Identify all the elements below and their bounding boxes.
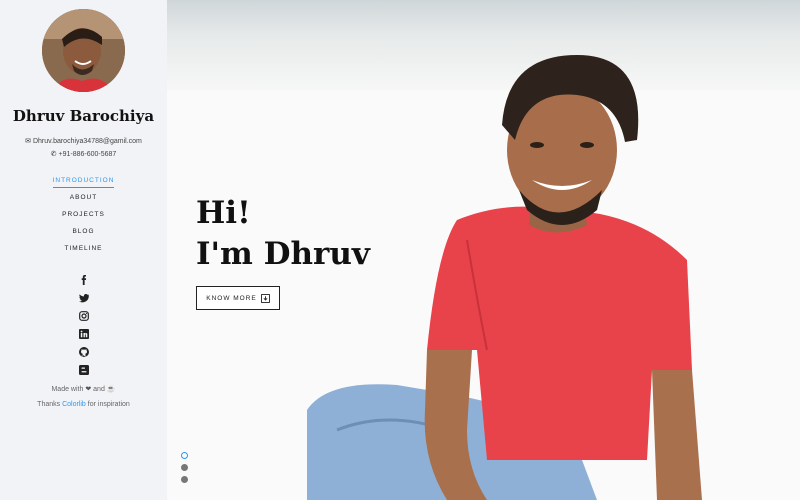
instagram-icon[interactable] bbox=[78, 307, 90, 325]
know-more-label: KNOW MORE bbox=[206, 294, 257, 302]
footer-made-with: Made with ❤ and ☕ bbox=[0, 385, 167, 393]
nav-introduction[interactable]: INTRODUCTION bbox=[0, 176, 167, 193]
hero-line-1: Hi! bbox=[196, 195, 251, 231]
hero-photo bbox=[307, 55, 702, 500]
hero-heading: Hi! I'm Dhruv bbox=[196, 193, 370, 275]
profile-name: Dhruv Barochiya bbox=[12, 107, 155, 125]
phone-icon: ✆ bbox=[50, 151, 57, 158]
main-nav: INTRODUCTION ABOUT PROJECTS BLOG TIMELIN… bbox=[0, 176, 167, 261]
nav-label: TIMELINE bbox=[64, 245, 103, 252]
email-text[interactable]: Dhruv.barochiya34788@gamil.com bbox=[33, 138, 142, 145]
facebook-icon[interactable] bbox=[78, 271, 90, 289]
phone-text[interactable]: +91-886-600-5687 bbox=[59, 151, 117, 158]
email-row: ✉ Dhruv.barochiya34788@gamil.com bbox=[0, 137, 167, 146]
social-links bbox=[0, 271, 167, 379]
twitter-icon[interactable] bbox=[78, 289, 90, 307]
thanks-text: Thanks bbox=[37, 401, 61, 408]
nav-label: PROJECTS bbox=[62, 211, 105, 218]
nav-projects[interactable]: PROJECTS bbox=[0, 210, 167, 227]
download-icon bbox=[260, 293, 270, 303]
hero-section: Hi! I'm Dhruv KNOW MORE bbox=[167, 0, 800, 500]
hero-line-2: I'm Dhruv bbox=[196, 236, 370, 272]
footer-thanks: Thanks Colorlib for inspiration bbox=[0, 401, 167, 408]
github-icon[interactable] bbox=[78, 343, 90, 361]
slider-dots bbox=[181, 452, 188, 488]
nav-blog[interactable]: BLOG bbox=[0, 227, 167, 244]
nav-timeline[interactable]: TIMELINE bbox=[0, 244, 167, 261]
inspiration-text: for inspiration bbox=[87, 401, 130, 408]
nav-label: BLOG bbox=[72, 228, 95, 235]
avatar bbox=[42, 9, 125, 92]
slide-dot-1[interactable] bbox=[181, 452, 188, 459]
and-text: and bbox=[93, 386, 105, 393]
sidebar: Dhruv Barochiya ✉ Dhruv.barochiya34788@ga… bbox=[0, 0, 167, 500]
know-more-button[interactable]: KNOW MORE bbox=[196, 286, 280, 310]
mail-icon: ✉ bbox=[25, 138, 31, 145]
nav-label: ABOUT bbox=[69, 194, 98, 201]
made-with-text: Made with bbox=[51, 386, 84, 393]
phone-row: ✆ +91-886-600-5687 bbox=[0, 150, 167, 159]
linkedin-icon[interactable] bbox=[78, 325, 90, 343]
colorlib-link[interactable]: Colorlib bbox=[62, 401, 86, 408]
slide-dot-2[interactable] bbox=[181, 464, 188, 471]
blogger-icon[interactable] bbox=[78, 361, 90, 379]
nav-label: INTRODUCTION bbox=[52, 176, 115, 188]
coffee-icon: ☕ bbox=[106, 386, 116, 393]
nav-about[interactable]: ABOUT bbox=[0, 193, 167, 210]
heart-icon: ❤ bbox=[85, 386, 92, 393]
slide-dot-3[interactable] bbox=[181, 476, 188, 483]
